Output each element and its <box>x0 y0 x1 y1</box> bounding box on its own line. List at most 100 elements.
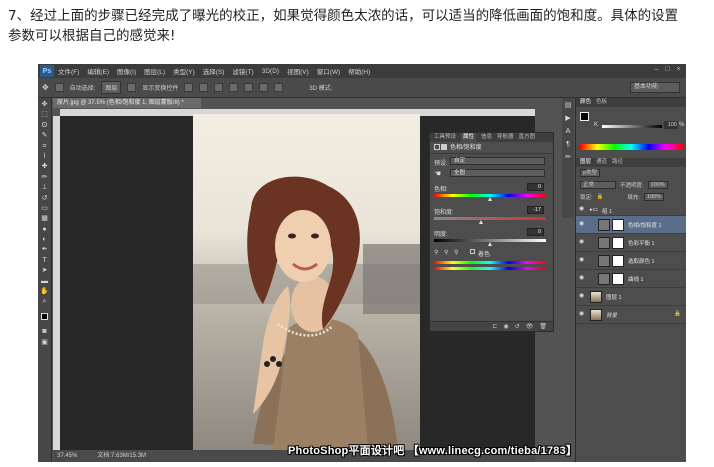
channel-dropdown[interactable]: 全图 <box>450 169 545 177</box>
menu-window[interactable]: 窗口(W) <box>313 66 344 76</box>
tab-color[interactable]: 颜色 <box>580 98 591 107</box>
quick-mask-icon[interactable]: ◙ <box>40 328 49 336</box>
visibility-eye-icon[interactable]: ◉ <box>579 257 586 264</box>
align-top-icon[interactable] <box>184 83 194 92</box>
lock-icon[interactable]: 🔒 <box>597 194 604 200</box>
menu-type[interactable]: 类型(Y) <box>169 66 199 76</box>
eyedropper-icon[interactable]: ⚲ <box>434 249 438 256</box>
lightness-value[interactable]: 0 <box>527 228 544 236</box>
close-icon[interactable]: × <box>674 66 683 74</box>
fill-value[interactable]: 100% <box>643 193 664 201</box>
saturation-thumb[interactable] <box>479 220 483 224</box>
eyedropper-minus-icon[interactable]: ⚲ <box>454 249 458 256</box>
gradient-icon[interactable]: ▦ <box>40 215 49 223</box>
dodge-icon[interactable]: ◐ <box>40 236 49 244</box>
eyedropper-icon[interactable]: ⅰ <box>40 153 49 161</box>
saturation-slider[interactable] <box>434 217 546 220</box>
visibility-eye-icon[interactable]: ◉ <box>579 293 586 300</box>
hue-thumb[interactable] <box>488 197 492 201</box>
screen-mode-icon[interactable]: ▣ <box>40 339 49 347</box>
workspace-dropdown[interactable]: 基本功能 <box>630 82 680 93</box>
document-tab[interactable]: 原片.jpg @ 37.5% (色相/饱和度 1, 图层蒙版/8) * <box>53 98 201 108</box>
align-left-icon[interactable] <box>229 83 239 92</box>
foreground-color-swatch[interactable] <box>41 312 48 320</box>
tab-swatches[interactable]: 色板 <box>596 98 607 107</box>
delete-icon[interactable]: 🗑 <box>539 322 547 331</box>
type-icon[interactable]: T <box>40 257 49 265</box>
layer-row-curves[interactable]: ◉ 曲线 1 <box>576 270 686 288</box>
align-bottom-icon[interactable] <box>214 83 224 92</box>
layer-row-group[interactable]: ◉ ▸▭ 组 1 <box>576 204 686 216</box>
visibility-eye-icon[interactable]: ◉ <box>579 239 586 246</box>
hue-value[interactable]: 0 <box>527 183 544 191</box>
zoom-level[interactable]: 37.45% <box>57 450 77 462</box>
layer-row-color-balance[interactable]: ◉ 色彩平衡 1 <box>576 234 686 252</box>
actions-icon[interactable]: ▶ <box>564 115 573 123</box>
minimize-icon[interactable]: – <box>652 66 661 74</box>
blend-mode-dropdown[interactable]: 正常 <box>580 181 616 189</box>
brushes-icon[interactable]: ✏ <box>564 154 573 162</box>
lightness-thumb[interactable] <box>488 242 492 246</box>
paragraph-icon[interactable]: ¶ <box>564 141 573 149</box>
hand-icon[interactable]: ✋ <box>40 288 49 296</box>
menu-file[interactable]: 文件(F) <box>54 66 83 76</box>
brush-icon[interactable]: ✏ <box>40 174 49 182</box>
k-slider[interactable] <box>602 125 662 128</box>
clip-to-layer-icon[interactable]: ⊏ <box>492 322 497 331</box>
auto-select-checkbox[interactable] <box>54 83 64 92</box>
k-value[interactable]: 100 <box>664 121 678 129</box>
pen-icon[interactable]: ✒ <box>40 246 49 254</box>
move-icon[interactable]: ✥ <box>40 101 49 109</box>
distribute-icon[interactable] <box>274 83 284 92</box>
color-ramp[interactable] <box>580 144 683 150</box>
align-right-icon[interactable] <box>259 83 269 92</box>
preset-dropdown[interactable]: 自定 <box>450 157 545 165</box>
fg-color-chip[interactable] <box>580 112 589 121</box>
visibility-eye-icon[interactable]: ◉ <box>579 221 586 228</box>
menu-3d[interactable]: 3D(D) <box>258 68 283 75</box>
visibility-eye-icon[interactable]: ◉ <box>579 311 586 318</box>
path-select-icon[interactable]: ➤ <box>40 267 49 275</box>
shape-icon[interactable]: ▬ <box>40 278 49 286</box>
marquee-icon[interactable]: ⬚ <box>40 111 49 119</box>
history-brush-icon[interactable]: ↺ <box>40 195 49 203</box>
stamp-icon[interactable]: ⊥ <box>40 184 49 192</box>
layer-row-background[interactable]: ◉ 背景 🔒 <box>576 306 686 324</box>
align-center-icon[interactable] <box>244 83 254 92</box>
menu-filter[interactable]: 滤镜(T) <box>228 66 257 76</box>
menu-edit[interactable]: 编辑(E) <box>83 66 113 76</box>
show-transform-checkbox[interactable] <box>127 83 137 92</box>
menu-image[interactable]: 图像(I) <box>113 66 140 76</box>
tab-histogram[interactable]: 直方图 <box>519 133 536 142</box>
layer-row-layer-1[interactable]: ◉ 图层 1 <box>576 288 686 306</box>
layer-kind-dropdown[interactable]: ρ类型 <box>580 169 601 177</box>
character-icon[interactable]: A <box>564 128 573 136</box>
menu-select[interactable]: 选择(S) <box>199 66 229 76</box>
visibility-eye-icon[interactable]: ◉ <box>579 275 586 282</box>
reset-icon[interactable]: ↺ <box>515 322 520 331</box>
tab-navigator[interactable]: 导航器 <box>497 133 514 142</box>
tab-layers[interactable]: 图层 <box>580 158 591 167</box>
eraser-icon[interactable]: ▭ <box>40 205 49 213</box>
auto-select-dropdown[interactable]: 图层 <box>101 81 122 94</box>
zoom-icon[interactable]: ⌕ <box>40 298 49 306</box>
opacity-value[interactable]: 100% <box>647 181 668 189</box>
menu-layer[interactable]: 图层(L) <box>140 66 169 76</box>
menu-help[interactable]: 帮助(H) <box>344 66 374 76</box>
visibility-icon[interactable]: 👁 <box>526 322 534 331</box>
tab-paths[interactable]: 路径 <box>612 158 623 167</box>
mask-icon[interactable] <box>441 144 447 150</box>
tab-properties[interactable]: 属性 <box>461 133 477 142</box>
eyedropper-plus-icon[interactable]: ⚲ <box>444 249 448 256</box>
saturation-value[interactable]: -17 <box>527 206 544 214</box>
blur-icon[interactable]: ● <box>40 226 49 234</box>
move-tool-icon[interactable]: ✥ <box>42 83 49 92</box>
view-previous-icon[interactable]: ◉ <box>503 322 508 331</box>
quick-select-icon[interactable]: ✎ <box>40 132 49 140</box>
history-icon[interactable]: ▤ <box>564 102 573 110</box>
layer-row-selective-color[interactable]: ◉ 选取颜色 1 <box>576 252 686 270</box>
align-middle-icon[interactable] <box>199 83 209 92</box>
tab-tool-presets[interactable]: 工具预设 <box>434 133 456 142</box>
crop-icon[interactable]: ⌗ <box>40 143 49 151</box>
layer-row-hue-saturation[interactable]: ◉ 色相/饱和度 1 <box>576 216 686 234</box>
